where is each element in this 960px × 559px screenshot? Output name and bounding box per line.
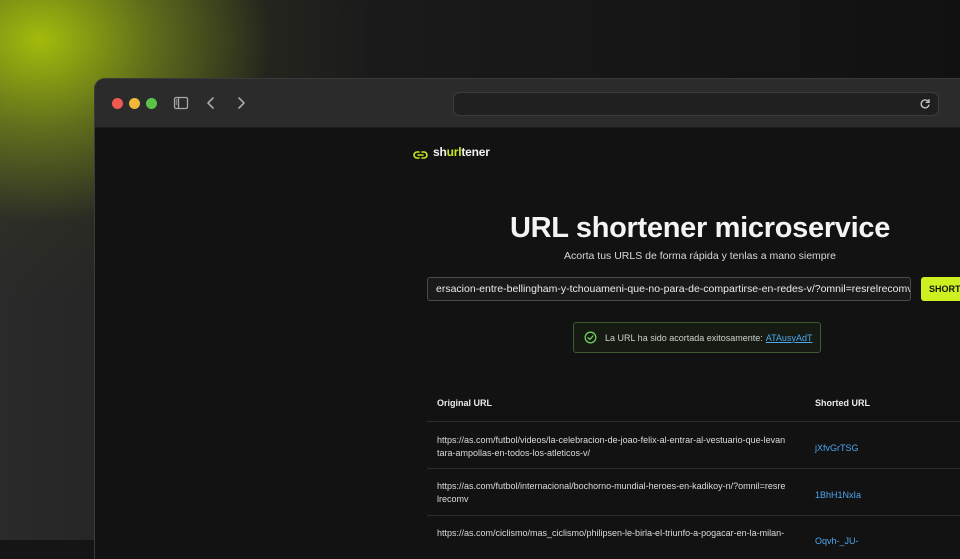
column-header-shorted: Shorted URL xyxy=(815,398,870,408)
table-row-original-url: https://as.com/futbol/videos/la-celebrac… xyxy=(437,435,786,458)
table-row-original-url: https://as.com/futbol/internacional/boch… xyxy=(437,481,786,504)
table-row-original-url: https://as.com/ciclismo/mas_ciclismo/phi… xyxy=(437,528,785,538)
toast-message: La URL ha sido acortada exitosamente: xyxy=(605,332,763,343)
table-row-short-url[interactable]: Oqvh-_JU- xyxy=(815,536,859,546)
table-row-short-url[interactable]: 1BhH1NxIa xyxy=(815,490,861,500)
logo-text: shurltener xyxy=(433,145,490,159)
row-divider xyxy=(427,515,960,516)
logo-suffix: tener xyxy=(461,145,490,159)
app-logo[interactable]: shurltener xyxy=(413,144,490,160)
table-row-short-url[interactable]: jXfvGrTSG xyxy=(815,443,859,453)
sidebar-icon[interactable] xyxy=(171,93,191,113)
column-header-original: Original URL xyxy=(437,398,493,408)
url-input[interactable]: ersacion-entre-bellingham-y-tchouameni-q… xyxy=(427,277,911,301)
short-url-link[interactable]: ATAusyAdT xyxy=(766,333,813,343)
back-icon[interactable] xyxy=(201,93,221,113)
check-circle-icon xyxy=(584,331,597,344)
minimize-window-button[interactable] xyxy=(129,98,140,109)
maximize-window-button[interactable] xyxy=(146,98,157,109)
close-window-button[interactable] xyxy=(112,98,123,109)
reload-icon[interactable] xyxy=(918,97,932,111)
page-subtitle: Acorta tus URLS de forma rápida y tenlas… xyxy=(564,250,836,262)
logo-accent: url xyxy=(446,145,462,159)
short-button[interactable]: SHORT xyxy=(921,277,960,301)
page-content: shurltener URL shortener microservice Ac… xyxy=(95,128,960,559)
browser-window: shurltener URL shortener microservice Ac… xyxy=(94,78,960,559)
browser-titlebar xyxy=(95,79,960,128)
logo-prefix: sh xyxy=(433,145,447,159)
address-bar[interactable] xyxy=(453,92,939,116)
success-toast: La URL ha sido acortada exitosamente: AT… xyxy=(573,322,821,353)
row-divider xyxy=(427,421,960,422)
row-divider xyxy=(427,468,960,469)
page-title: URL shortener microservice xyxy=(509,212,891,244)
forward-icon[interactable] xyxy=(231,93,251,113)
link-icon xyxy=(413,147,428,159)
